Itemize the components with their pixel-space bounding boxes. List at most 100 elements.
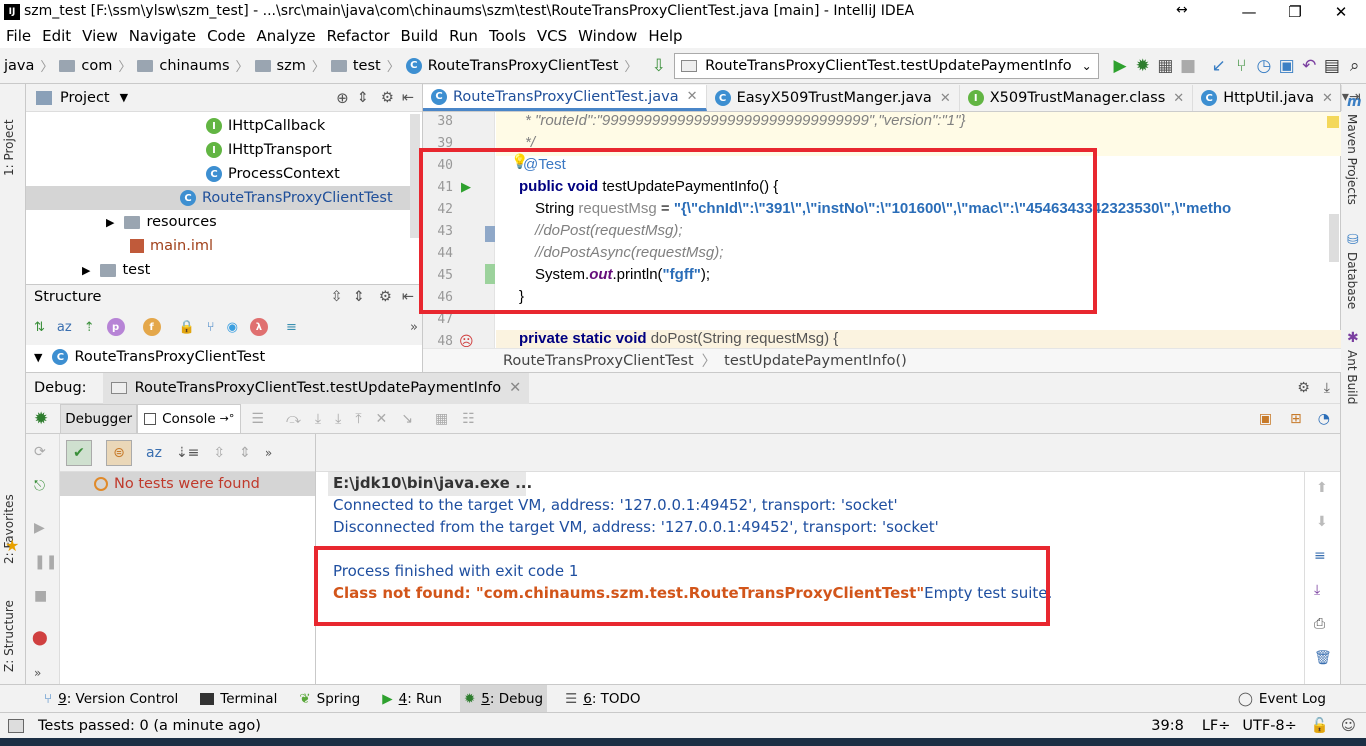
tab-http-util[interactable]: C HttpUtil.java ✕ [1193, 85, 1342, 111]
menu-code[interactable]: Code [207, 27, 245, 45]
inspector-icon[interactable]: ☺ [1341, 718, 1356, 734]
evaluate-icon[interactable]: ▦ [435, 411, 448, 427]
menu-refactor[interactable]: Refactor [327, 27, 390, 45]
step-out-icon[interactable]: ⤒ [355, 411, 361, 427]
sort-download-icon[interactable]: ⇩ [647, 51, 670, 81]
project-title[interactable]: Project [60, 90, 110, 106]
console-command-line[interactable]: E:\jdk10\bin\java.exe ... [333, 474, 532, 492]
file-encoding[interactable]: UTF-8÷ [1242, 718, 1296, 734]
close-button[interactable]: ✕ [1318, 0, 1364, 24]
tree-item[interactable]: ▶ test [82, 258, 150, 282]
inherited-icon[interactable]: ⇡ [84, 320, 95, 335]
test-status-row[interactable]: No tests were found [60, 472, 315, 496]
debug-bug-icon[interactable]: ✹ [1131, 51, 1154, 81]
crumb-java[interactable]: java [4, 58, 34, 74]
line-separator[interactable]: LF÷ [1202, 718, 1231, 734]
more-icon[interactable]: » [265, 446, 272, 460]
sort-alpha-icon[interactable]: az [57, 320, 72, 335]
up-arrow-icon[interactable]: ⬆ [1316, 480, 1328, 496]
tab-debugger[interactable]: Debugger [60, 403, 138, 434]
project-tool-tab[interactable]: 1: Project [2, 96, 16, 176]
gear-icon[interactable]: ⚙ [379, 289, 392, 305]
tab-debug[interactable]: ✹ 5: Debug [459, 684, 548, 713]
tree-item[interactable]: C ProcessContext [206, 162, 340, 186]
breakpoints-icon[interactable]: ⬤ [32, 630, 48, 646]
locate-icon[interactable]: ⊕ [336, 89, 349, 107]
tab-console[interactable]: Console →° [137, 403, 242, 434]
editor-crumb-method[interactable]: testUpdatePaymentInfo() [724, 353, 907, 369]
lock-icon[interactable]: 🔓 [1311, 717, 1329, 734]
tree-item[interactable]: I IHttpCallback [206, 114, 325, 138]
structure-root-item[interactable]: ▼ C RouteTransProxyClientTest [26, 345, 422, 369]
tab-route-trans-proxy[interactable]: C RouteTransProxyClientTest.java ✕ [423, 85, 707, 111]
menu-navigate[interactable]: Navigate [129, 27, 196, 45]
lambda-icon[interactable]: λ [249, 318, 268, 336]
close-icon[interactable]: ✕ [1322, 91, 1333, 106]
hide-panel-icon[interactable]: ⤓ [1324, 380, 1330, 396]
expand-all-icon[interactable]: ⇳ [213, 445, 225, 461]
tab-terminal[interactable]: Terminal [196, 685, 281, 713]
drop-frame-icon[interactable]: ✕ [376, 411, 388, 427]
analysis-marker[interactable] [1327, 116, 1339, 128]
resume-program-icon[interactable]: ▶ [34, 520, 45, 536]
soft-wrap-icon[interactable]: ≡ [1314, 548, 1326, 564]
menu-analyze[interactable]: Analyze [256, 27, 315, 45]
editor-scrollbar[interactable] [1329, 214, 1339, 262]
vcs-history-icon[interactable]: ◷ [1253, 51, 1276, 81]
collapse-icon[interactable]: ⇕ [357, 90, 369, 106]
tree-item[interactable]: main.iml [130, 234, 213, 258]
hide-icon[interactable]: ⇤ [402, 90, 414, 106]
show-passed-icon[interactable]: ✔ [66, 439, 92, 466]
pause-icon[interactable]: ❚❚ [34, 554, 57, 570]
menu-help[interactable]: Help [648, 27, 682, 45]
editor-crumb-class[interactable]: RouteTransProxyClientTest [503, 353, 694, 369]
tree-item[interactable]: ▶ resources [106, 210, 217, 234]
close-icon[interactable]: ✕ [687, 89, 698, 104]
sort-duration-icon[interactable]: ⇣≡ [176, 445, 199, 461]
tree-item[interactable]: I IHttpTransport [206, 138, 332, 162]
crumb-class[interactable]: RouteTransProxyClientTest [428, 58, 619, 74]
tool-windows-icon[interactable] [8, 718, 24, 733]
tab-x509-trust-manager[interactable]: I X509TrustManager.class ✕ [960, 85, 1194, 111]
properties-icon[interactable]: p [106, 318, 125, 336]
collapse-all-icon[interactable]: ⇕ [239, 445, 251, 461]
collapse-all-icon[interactable]: ⇕ [353, 289, 365, 305]
crumb-com[interactable]: com [81, 58, 112, 74]
stop-icon[interactable]: ■ [1177, 51, 1200, 81]
close-icon[interactable]: ✕ [940, 91, 951, 106]
lambda-circle-icon[interactable]: ◉ [227, 320, 238, 335]
overhead-icon[interactable]: ◔ [1318, 411, 1330, 427]
sort-visibility-icon[interactable]: ⇅ [34, 320, 45, 335]
run-icon[interactable]: ▶ [1109, 51, 1132, 81]
stop-icon[interactable]: ■ [34, 588, 47, 604]
vcs-update-icon[interactable]: ↙ [1207, 51, 1230, 81]
menu-build[interactable]: Build [401, 27, 439, 45]
hide-icon[interactable]: ⇤ [402, 289, 414, 305]
search-icon[interactable]: ⌕ [1343, 51, 1366, 81]
tab-spring[interactable]: ❦ Spring [295, 685, 364, 713]
tree-item-selected[interactable]: C RouteTransProxyClientTest [26, 186, 410, 210]
resume-icon[interactable]: ⎋ [34, 478, 45, 494]
rerun-icon[interactable]: ⟳ [34, 444, 46, 460]
trace-icon[interactable]: ☷ [462, 411, 475, 427]
expand-all-icon[interactable]: ⇳ [331, 289, 343, 305]
tab-event-log[interactable]: ◯ Event Log [1234, 685, 1330, 713]
down-arrow-icon[interactable]: ⬇ [1316, 514, 1328, 530]
step-into-icon[interactable]: ⤓ [315, 411, 321, 427]
tab-version-control[interactable]: ⑂ 9: Version Control [40, 685, 182, 713]
run-config-select[interactable]: RouteTransProxyClientTest.testUpdatePaym… [674, 52, 1099, 79]
debug-session-tab[interactable]: RouteTransProxyClientTest.testUpdatePaym… [102, 372, 530, 404]
restore-layout-icon[interactable]: ▣ [1259, 411, 1272, 427]
sort-alpha-icon[interactable]: az [146, 445, 162, 461]
gear-icon[interactable]: ⚙ [381, 90, 394, 106]
more-icon[interactable]: » [34, 666, 41, 680]
ant-tool-tab[interactable]: Ant Build [1345, 350, 1359, 404]
autoscroll-icon[interactable]: ≡ [286, 320, 297, 335]
memory-icon[interactable]: ⊞ [1290, 411, 1302, 427]
maven-tool-tab[interactable]: Maven Projects [1345, 114, 1359, 205]
menu-tools[interactable]: Tools [489, 27, 526, 45]
menu-edit[interactable]: Edit [42, 27, 71, 45]
chevron-down-icon[interactable]: ▼ [120, 91, 128, 104]
resize-arrows-icon[interactable]: ↔ [1176, 2, 1188, 18]
show-execution-point-icon[interactable]: ☰ [251, 411, 264, 427]
